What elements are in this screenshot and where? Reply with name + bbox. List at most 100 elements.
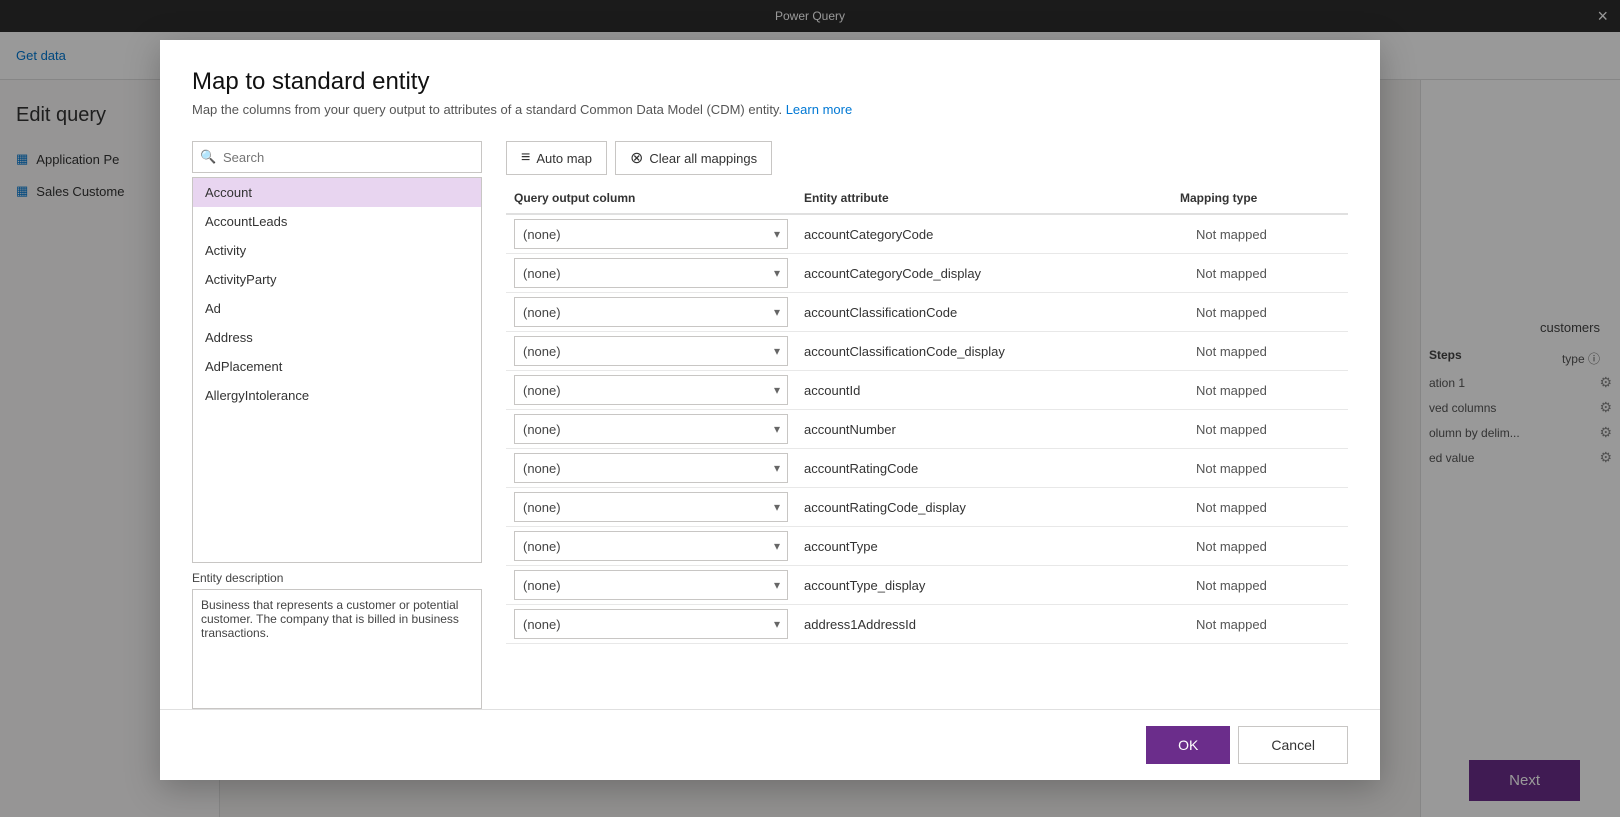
table-row: (none) accountType_display Not mapped (506, 566, 1348, 605)
cancel-button[interactable]: Cancel (1238, 726, 1348, 764)
entity-attr-cell-9: accountType (796, 535, 1188, 558)
entity-panel: 🔍 Account AccountLeads Activity Activity… (192, 141, 482, 709)
mapping-table-wrap: Query output column Entity attribute Map… (506, 187, 1348, 709)
entity-attr-value-9: accountType (804, 539, 878, 554)
table-row: (none) accountRatingCode_display Not map… (506, 488, 1348, 527)
modal-title: Map to standard entity (192, 68, 1348, 96)
select-wrap-5: (none) (514, 375, 788, 405)
mapping-type-cell-8: Not mapped (1188, 496, 1348, 519)
table-row: (none) address1AddressId Not mapped (506, 605, 1348, 644)
auto-map-icon: ≡ (521, 149, 530, 167)
entity-attr-value-2: accountCategoryCode_display (804, 266, 981, 281)
query-column-select-2[interactable]: (none) (514, 258, 788, 288)
clear-map-label: Clear all mappings (649, 151, 757, 166)
mapping-type-value-3: Not mapped (1196, 305, 1267, 320)
select-wrap-9: (none) (514, 531, 788, 561)
auto-map-label: Auto map (536, 151, 592, 166)
query-column-select-8[interactable]: (none) (514, 492, 788, 522)
mapping-select-cell-9: (none) (506, 527, 796, 565)
mapping-type-cell-1: Not mapped (1188, 223, 1348, 246)
search-input[interactable] (192, 141, 482, 173)
entity-list: Account AccountLeads Activity ActivityPa… (193, 178, 481, 562)
mapping-type-cell-5: Not mapped (1188, 379, 1348, 402)
entity-item-address[interactable]: Address (193, 323, 481, 352)
entity-attr-value-4: accountClassificationCode_display (804, 344, 1005, 359)
modal-subtitle-text: Map the columns from your query output t… (192, 102, 782, 117)
mapping-type-value-6: Not mapped (1196, 422, 1267, 437)
mapping-select-cell-11: (none) (506, 605, 796, 643)
query-column-select-7[interactable]: (none) (514, 453, 788, 483)
mapping-type-value-9: Not mapped (1196, 539, 1267, 554)
entity-attr-cell-2: accountCategoryCode_display (796, 262, 1188, 285)
mapping-type-value-8: Not mapped (1196, 500, 1267, 515)
mapping-type-cell-3: Not mapped (1188, 301, 1348, 324)
entity-item-adplacement[interactable]: AdPlacement (193, 352, 481, 381)
query-column-select-3[interactable]: (none) (514, 297, 788, 327)
search-icon: 🔍 (200, 149, 216, 165)
query-column-select-6[interactable]: (none) (514, 414, 788, 444)
learn-more-link[interactable]: Learn more (786, 102, 852, 117)
mapping-type-cell-10: Not mapped (1188, 574, 1348, 597)
table-row: (none) accountType Not mapped (506, 527, 1348, 566)
entity-item-accountleads[interactable]: AccountLeads (193, 207, 481, 236)
ok-button[interactable]: OK (1146, 726, 1230, 764)
entity-item-allergyintolerance[interactable]: AllergyIntolerance (193, 381, 481, 410)
table-row: (none) accountCategoryCode_display Not m… (506, 254, 1348, 293)
entity-attr-cell-10: accountType_display (796, 574, 1188, 597)
entity-item-activity[interactable]: Activity (193, 236, 481, 265)
select-wrap-1: (none) (514, 219, 788, 249)
query-column-select-4[interactable]: (none) (514, 336, 788, 366)
entity-list-wrap: Account AccountLeads Activity ActivityPa… (192, 177, 482, 563)
query-column-select-9[interactable]: (none) (514, 531, 788, 561)
query-column-select-11[interactable]: (none) (514, 609, 788, 639)
query-column-select-5[interactable]: (none) (514, 375, 788, 405)
entity-description-label: Entity description (192, 571, 482, 585)
mapping-table-body: (none) accountCategoryCode Not mapped (506, 215, 1348, 707)
mapping-select-cell-2: (none) (506, 254, 796, 292)
mapping-panel: ≡ Auto map ⊗ Clear all mappings Query ou… (506, 141, 1348, 709)
entity-description-box: Business that represents a customer or p… (192, 589, 482, 709)
entity-item-account[interactable]: Account (193, 178, 481, 207)
entity-attr-cell-3: accountClassificationCode (796, 301, 1188, 324)
entity-item-activityparty[interactable]: ActivityParty (193, 265, 481, 294)
entity-attr-value-1: accountCategoryCode (804, 227, 933, 242)
mapping-type-cell-2: Not mapped (1188, 262, 1348, 285)
entity-description-section: Entity description Business that represe… (192, 571, 482, 709)
select-wrap-10: (none) (514, 570, 788, 600)
modal-header: Map to standard entity Map the columns f… (160, 40, 1380, 125)
mapping-type-cell-4: Not mapped (1188, 340, 1348, 363)
mapping-select-cell-7: (none) (506, 449, 796, 487)
query-column-select-1[interactable]: (none) (514, 219, 788, 249)
entity-attr-cell-1: accountCategoryCode (796, 223, 1188, 246)
clear-all-mappings-button[interactable]: ⊗ Clear all mappings (615, 141, 772, 175)
header-entity-attr: Entity attribute (796, 187, 1172, 209)
mapping-select-cell-5: (none) (506, 371, 796, 409)
entity-attr-value-8: accountRatingCode_display (804, 500, 966, 515)
mapping-select-cell-4: (none) (506, 332, 796, 370)
mapping-type-cell-6: Not mapped (1188, 418, 1348, 441)
mapping-select-cell-1: (none) (506, 215, 796, 253)
mapping-type-value-10: Not mapped (1196, 578, 1267, 593)
header-mapping-type: Mapping type (1172, 187, 1332, 209)
modal-subtitle: Map the columns from your query output t… (192, 102, 1348, 117)
entity-item-ad[interactable]: Ad (193, 294, 481, 323)
mapping-type-value-2: Not mapped (1196, 266, 1267, 281)
select-wrap-7: (none) (514, 453, 788, 483)
search-box: 🔍 (192, 141, 482, 173)
entity-attr-value-5: accountId (804, 383, 860, 398)
table-row: (none) accountRatingCode Not mapped (506, 449, 1348, 488)
mapping-select-cell-6: (none) (506, 410, 796, 448)
entity-attr-value-3: accountClassificationCode (804, 305, 957, 320)
select-wrap-3: (none) (514, 297, 788, 327)
select-wrap-4: (none) (514, 336, 788, 366)
select-wrap-2: (none) (514, 258, 788, 288)
mapping-select-cell-10: (none) (506, 566, 796, 604)
auto-map-button[interactable]: ≡ Auto map (506, 141, 607, 175)
map-entity-modal: Map to standard entity Map the columns f… (160, 40, 1380, 780)
table-row: (none) accountNumber Not mapped (506, 410, 1348, 449)
entity-attr-value-10: accountType_display (804, 578, 925, 593)
query-column-select-10[interactable]: (none) (514, 570, 788, 600)
mapping-toolbar: ≡ Auto map ⊗ Clear all mappings (506, 141, 1348, 175)
table-row: (none) accountClassificationCode Not map… (506, 293, 1348, 332)
mapping-type-cell-11: Not mapped (1188, 613, 1348, 636)
